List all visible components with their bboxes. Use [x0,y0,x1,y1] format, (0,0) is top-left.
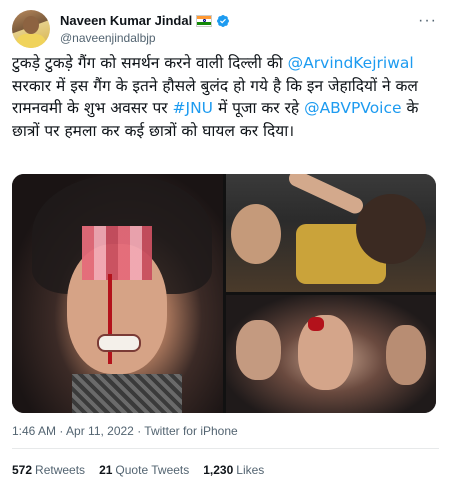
quotes-count: 21 [99,463,113,477]
media-grid [12,174,436,413]
author-name[interactable]: Naveen Kumar Jindal [60,13,192,28]
avatar[interactable] [12,10,50,48]
tweet-text-segment: टुकड़े टुकड़े गैंग को समर्थन करने वाली द… [12,54,288,72]
avatar-shirt [16,34,46,48]
retweets-label: Retweets [35,463,86,477]
likes-stat[interactable]: 1,230 Likes [203,463,264,477]
avatar-face [23,16,39,34]
tweet-text-segment: में पूजा कर रहे [213,99,305,117]
divider [12,448,439,449]
name-row: Naveen Kumar Jindal [60,13,230,28]
media-image-bottom-right[interactable] [226,295,436,413]
mention-link[interactable]: @ABVPVoice [304,99,401,117]
tweet-header: Naveen Kumar Jindal @naveenjindalbjp ··· [10,8,439,48]
author-handle[interactable]: @naveenjindalbjp [60,31,156,45]
hashtag-link[interactable]: #JNU [173,99,214,117]
quotes-label: Quote Tweets [115,463,190,477]
likes-label: Likes [236,463,265,477]
india-flag-icon [196,14,213,27]
retweets-count: 572 [12,463,33,477]
engagement-stats: 572 Retweets 21 Quote Tweets 1,230 Likes [12,463,264,477]
likes-count: 1,230 [203,463,234,477]
verified-badge-icon [217,14,230,27]
mention-link[interactable]: @ArvindKejriwal [288,54,414,72]
more-options-button[interactable]: ··· [418,12,437,30]
retweets-stat[interactable]: 572 Retweets [12,463,85,477]
tweet-timestamp[interactable]: 1:46 AM · Apr 11, 2022 · Twitter for iPh… [12,424,238,438]
quotes-stat[interactable]: 21 Quote Tweets [99,463,189,477]
tweet-text: टुकड़े टुकड़े गैंग को समर्थन करने वाली द… [12,52,440,142]
media-image-main[interactable] [12,174,223,413]
media-image-top-right[interactable] [226,174,436,292]
